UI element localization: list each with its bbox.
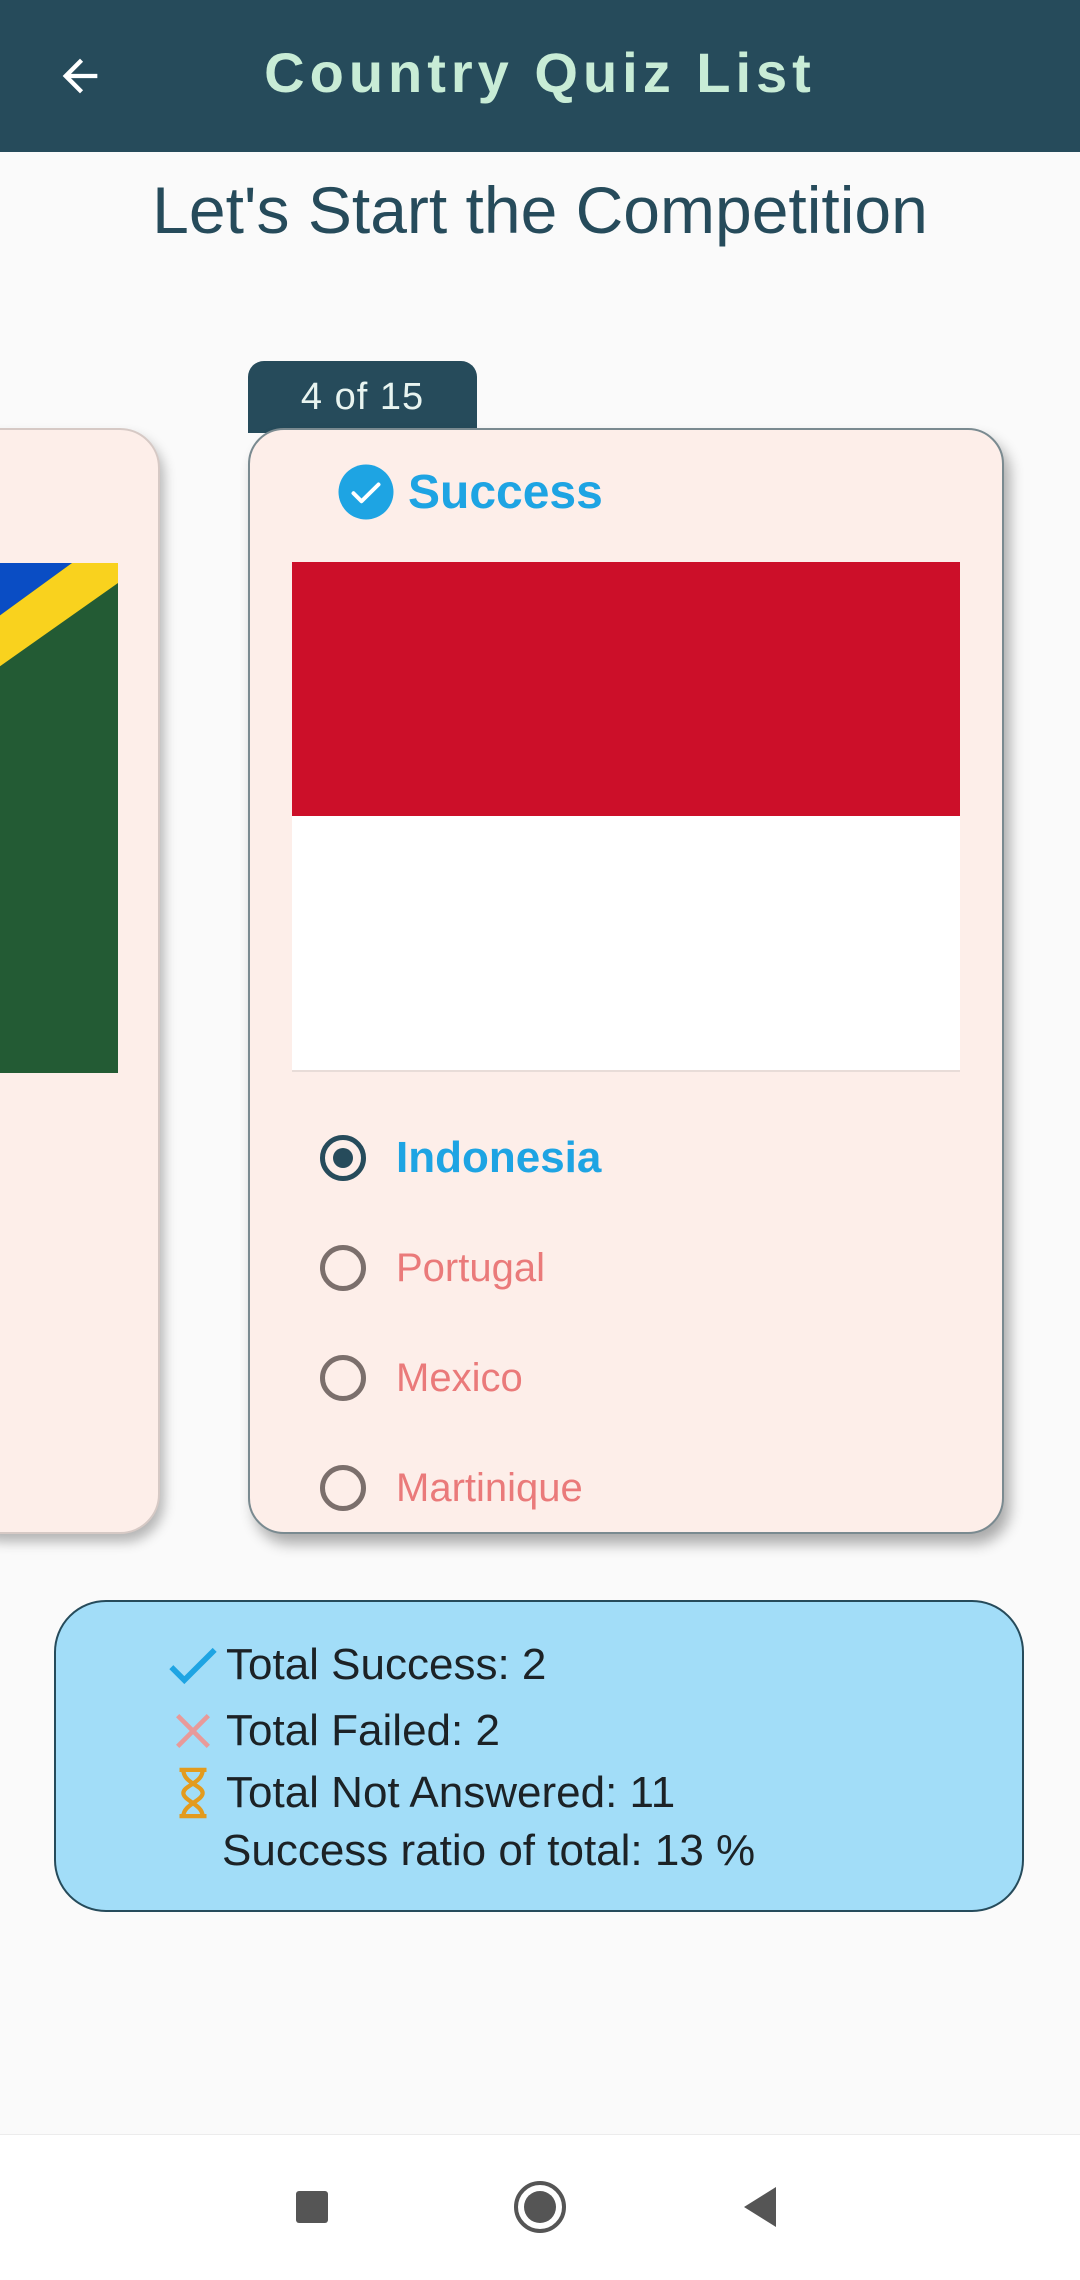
home-circle-icon: [514, 2181, 566, 2233]
total-not-answered-row: Total Not Answered: 11: [166, 1766, 675, 1820]
recents-button[interactable]: [280, 2175, 344, 2239]
app-title: Country Quiz List: [264, 41, 816, 104]
cross-icon: [166, 1704, 220, 1758]
previous-quiz-card[interactable]: [0, 428, 160, 1534]
app-bar: Country Quiz List: [0, 0, 1080, 152]
status-label: Success: [408, 465, 603, 519]
option-label: Portugal: [396, 1245, 545, 1290]
checkmark-icon: [166, 1638, 220, 1692]
total-not-answered-text: Total Not Answered: 11: [226, 1768, 676, 1817]
page-heading: Let's Start the Competition: [152, 173, 928, 247]
check-circle-icon: [338, 464, 394, 520]
total-success-text: Total Success: 2: [226, 1640, 547, 1689]
total-failed-row: Total Failed: 2: [166, 1704, 500, 1758]
option-label: Indonesia: [396, 1133, 602, 1182]
radio-button[interactable]: [320, 1465, 366, 1511]
success-ratio-text: Success ratio of total: 13 %: [222, 1826, 756, 1875]
option-martinique[interactable]: Martinique: [320, 1456, 583, 1520]
radio-button[interactable]: [320, 1245, 366, 1291]
option-mexico[interactable]: Mexico: [320, 1346, 523, 1410]
option-label: Mexico: [396, 1355, 523, 1400]
hourglass-icon: [166, 1766, 220, 1820]
back-nav-button[interactable]: [728, 2175, 792, 2239]
home-button[interactable]: [508, 2175, 572, 2239]
answer-status: Success: [336, 462, 603, 522]
previous-flag-image: [0, 563, 118, 1073]
total-success-row: Total Success: 2: [166, 1638, 546, 1692]
country-flag-image: [292, 562, 960, 1072]
flag-red-stripe: [292, 562, 960, 816]
radio-button[interactable]: [320, 1355, 366, 1401]
total-failed-text: Total Failed: 2: [226, 1706, 500, 1755]
radio-button-selected[interactable]: [320, 1135, 366, 1181]
success-ratio-row: Success ratio of total: 13 %: [222, 1826, 755, 1876]
system-nav-bar: [0, 2134, 1080, 2280]
results-summary: Total Success: 2 Total Failed: 2 Total N…: [54, 1600, 1024, 1912]
quiz-card: Success Indonesia Portugal Mexico Martin…: [248, 428, 1004, 1534]
flag-white-stripe: [292, 816, 960, 1070]
recents-square-icon: [296, 2191, 328, 2223]
option-portugal[interactable]: Portugal: [320, 1236, 545, 1300]
question-counter: 4 of 15: [248, 361, 477, 433]
back-triangle-icon: [744, 2187, 776, 2227]
option-indonesia[interactable]: Indonesia: [320, 1126, 601, 1190]
option-label: Martinique: [396, 1465, 583, 1510]
